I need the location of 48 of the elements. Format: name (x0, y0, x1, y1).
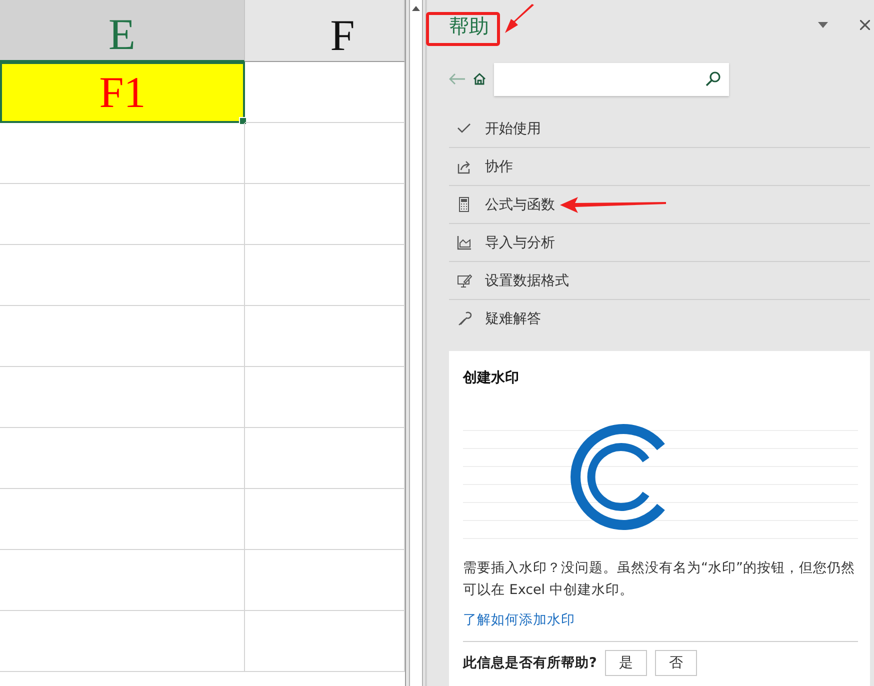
calculator-icon (457, 197, 472, 212)
feedback-button[interactable]: 是 (604, 650, 647, 676)
menu-item[interactable]: 设置数据格式 (449, 262, 870, 300)
pane-title: 帮助 (449, 12, 489, 40)
cell[interactable]: F1 (0, 62, 245, 123)
empty-cell[interactable] (0, 550, 245, 611)
chart-icon (457, 235, 472, 250)
card-title: 创建水印 (463, 369, 520, 387)
scroll-up-arrow-icon[interactable] (412, 6, 420, 11)
feedback-question: 此信息是否有所帮助? (463, 654, 597, 672)
empty-cell[interactable] (0, 184, 245, 245)
feedback-button[interactable]: 否 (654, 650, 697, 676)
menu-item[interactable]: 导入与分析 (449, 224, 870, 262)
column-header[interactable]: E (0, 0, 245, 62)
column-header[interactable]: F (245, 0, 405, 62)
menu-item[interactable]: 疑难解答 (449, 300, 870, 337)
empty-cell[interactable] (0, 489, 245, 550)
empty-cell[interactable] (0, 428, 245, 489)
search-field[interactable] (494, 62, 729, 96)
empty-cell[interactable] (0, 245, 245, 306)
empty-cell[interactable] (0, 306, 245, 367)
search-icon[interactable] (705, 71, 721, 87)
empty-cell[interactable] (245, 611, 405, 672)
empty-cell[interactable] (0, 123, 245, 184)
empty-cell[interactable] (245, 245, 405, 306)
empty-cell[interactable] (245, 184, 405, 245)
wrench-icon (457, 311, 472, 326)
learn-more-link[interactable]: 了解如何添加水印 (463, 611, 858, 629)
monitor-pencil-icon (457, 273, 472, 288)
empty-cell[interactable] (245, 489, 405, 550)
empty-cell[interactable] (0, 367, 245, 428)
empty-cell[interactable] (245, 306, 405, 367)
empty-cell[interactable] (0, 611, 245, 672)
home-icon[interactable] (473, 73, 486, 85)
back-arrow-icon[interactable] (449, 73, 465, 85)
empty-cell[interactable] (245, 367, 405, 428)
share-icon (457, 159, 472, 174)
annotation-arrow (503, 4, 535, 34)
menu-item[interactable]: 开始使用 (449, 110, 870, 148)
empty-cell[interactable] (245, 123, 405, 184)
menu-item[interactable]: 协作 (449, 148, 870, 186)
dropdown-caret-icon[interactable] (818, 22, 828, 28)
empty-cell[interactable] (245, 550, 405, 611)
empty-cell[interactable] (245, 428, 405, 489)
fill-handle[interactable] (239, 117, 247, 125)
description-text: 需要插入水印？没问题。虽然没有名为“水印”的按钮，但您仍然可以在 Excel 中创建水印。 (463, 559, 856, 600)
close-icon[interactable] (860, 20, 870, 30)
scrollbar[interactable] (409, 0, 423, 686)
